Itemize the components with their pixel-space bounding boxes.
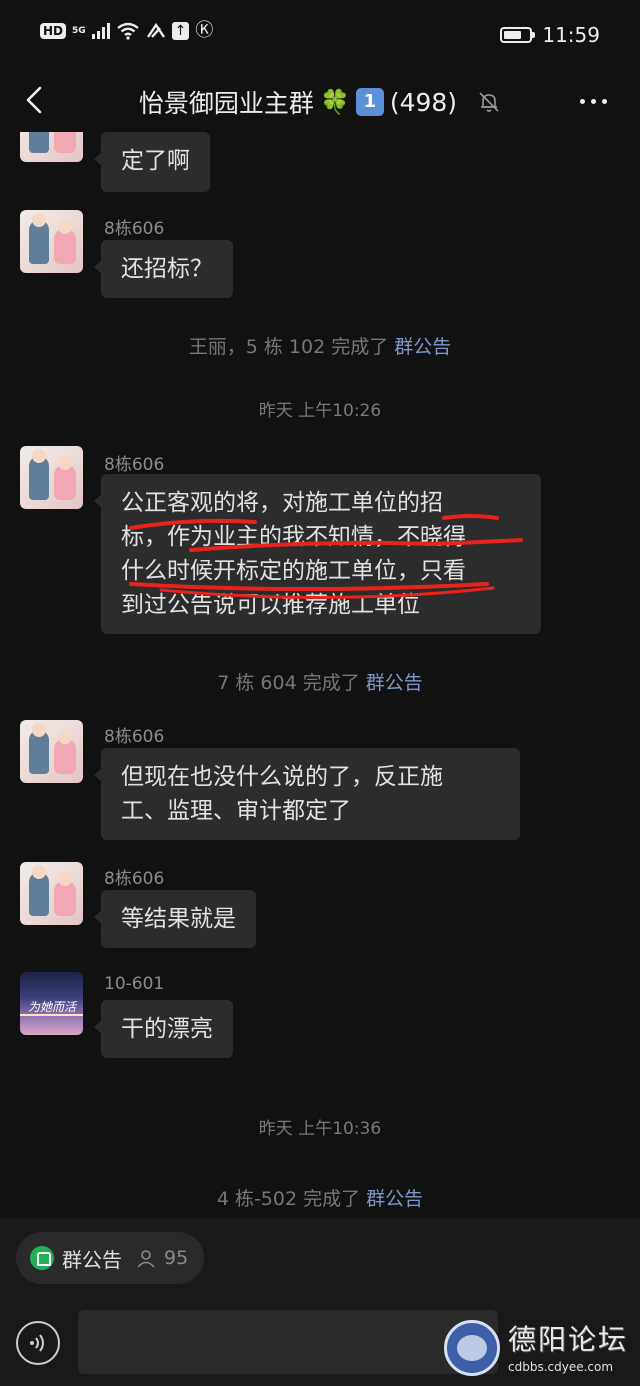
message-line: 公正客观的将，对施工单位的招 — [121, 490, 443, 516]
quick-actions-bar: 群公告 95 — [0, 1218, 640, 1300]
announcement-link[interactable]: 群公告 — [366, 672, 423, 694]
person-icon — [137, 1250, 155, 1268]
announcement-label: 群公告 — [62, 1247, 122, 1272]
announcement-icon — [30, 1246, 54, 1270]
message-bubble[interactable]: 但现在也没什么说的了，反正施 工、监理、审计都定了 — [94, 748, 520, 840]
system-notice-text: 4 栋-502 完成了 — [216, 1188, 367, 1210]
watermark-brand: 德阳论坛 — [508, 1323, 629, 1356]
more-icon-dot — [580, 98, 585, 104]
chat-header: 怡景御园业主群 🍀 1 (498) — [0, 70, 640, 132]
message-line: 但现在也没什么说的了，反正施 — [121, 764, 443, 790]
keycap-badge: 1 — [355, 88, 384, 116]
forum-watermark: 德阳论坛 cdbbs.cdyee.com — [444, 1318, 634, 1382]
clock: 11:59 — [542, 23, 600, 47]
bell-off-icon — [479, 92, 499, 112]
wifi-icon — [116, 22, 139, 40]
group-name: 怡景御园业主群 — [138, 89, 314, 118]
avatar[interactable]: 为她而活 — [20, 972, 83, 1035]
message-input[interactable] — [78, 1310, 498, 1374]
clover-icon: 🍀 — [319, 88, 350, 116]
hd-icon: HD — [40, 23, 67, 39]
announcement-link[interactable]: 群公告 — [366, 1188, 423, 1210]
system-notice: 4 栋-502 完成了 群公告 — [0, 1184, 640, 1211]
message-line: 工、监理、审计都定了 — [121, 798, 351, 824]
announcement-link[interactable]: 群公告 — [394, 336, 451, 358]
sender-name: 8栋606 — [104, 219, 165, 239]
watermark-url: cdbbs.cdyee.com — [508, 1360, 614, 1374]
avatar[interactable] — [20, 132, 83, 162]
upload-icon: ↑ — [171, 22, 190, 40]
voice-icon — [30, 1334, 44, 1352]
message-line: 什么时候开标定的施工单位，只看 — [121, 558, 466, 584]
member-count: (498) — [389, 87, 458, 117]
message-line: 到过公告说可以推荐施工单位 — [121, 592, 420, 618]
system-notice: 7 栋 604 完成了 群公告 — [0, 668, 640, 695]
avatar[interactable] — [20, 210, 83, 273]
voice-button[interactable] — [16, 1321, 60, 1365]
timestamp: 昨天 上午10:36 — [258, 1119, 382, 1139]
status-icons-right: 11:59 — [500, 23, 600, 47]
avatar-text: 为她而活 — [28, 1000, 77, 1014]
sender-name: 8栋606 — [104, 727, 165, 747]
sender-name: 10-601 — [104, 974, 165, 994]
more-button[interactable] — [580, 88, 614, 114]
network-type: 5G — [72, 25, 86, 36]
more-icon-dot — [602, 98, 607, 104]
k-icon: Ⓚ — [195, 20, 214, 41]
nfc-icon — [146, 22, 165, 38]
sender-name: 8栋606 — [104, 455, 165, 475]
system-notice-text: 7 栋 604 完成了 — [217, 672, 366, 694]
system-notice-text: 王丽，5 栋 102 完成了 — [188, 336, 395, 358]
message-bubble[interactable]: 还招标？ — [94, 240, 233, 298]
message-bubble[interactable]: 等结果就是 — [94, 890, 256, 948]
timestamp: 昨天 上午10:26 — [258, 401, 382, 421]
sender-name: 8栋606 — [104, 869, 165, 889]
battery-icon — [500, 27, 536, 43]
message-bubble[interactable]: 干的漂亮 — [94, 1000, 233, 1058]
group-announcement-chip[interactable]: 群公告 95 — [16, 1232, 204, 1284]
status-bar: HD 5G ↑ Ⓚ 11:59 — [0, 0, 640, 70]
chat-title[interactable]: 怡景御园业主群 🍀 1 (498) — [0, 84, 640, 120]
announcement-read-count: 95 — [164, 1247, 189, 1269]
avatar[interactable] — [20, 720, 83, 783]
forum-logo — [444, 1320, 500, 1376]
signal-icon — [91, 23, 110, 39]
message-line: 标，作为业主的我不知情，不晓得 — [121, 524, 466, 550]
message-bubble[interactable]: 定了啊 — [94, 132, 210, 192]
status-icons-left: HD 5G ↑ Ⓚ — [40, 22, 213, 40]
battery-level — [504, 31, 522, 39]
message-list[interactable]: 定了啊 8栋606 还招标？ 王丽，5 栋 102 完成了 群公告 昨天 上午1… — [0, 132, 640, 1218]
more-icon-dot — [591, 98, 596, 104]
avatar[interactable] — [20, 862, 83, 925]
system-notice: 王丽，5 栋 102 完成了 群公告 — [0, 332, 640, 359]
avatar[interactable] — [20, 446, 83, 509]
message-bubble[interactable]: 公正客观的将，对施工单位的招 标，作为业主的我不知情，不晓得 什么时候开标定的施… — [94, 474, 541, 634]
